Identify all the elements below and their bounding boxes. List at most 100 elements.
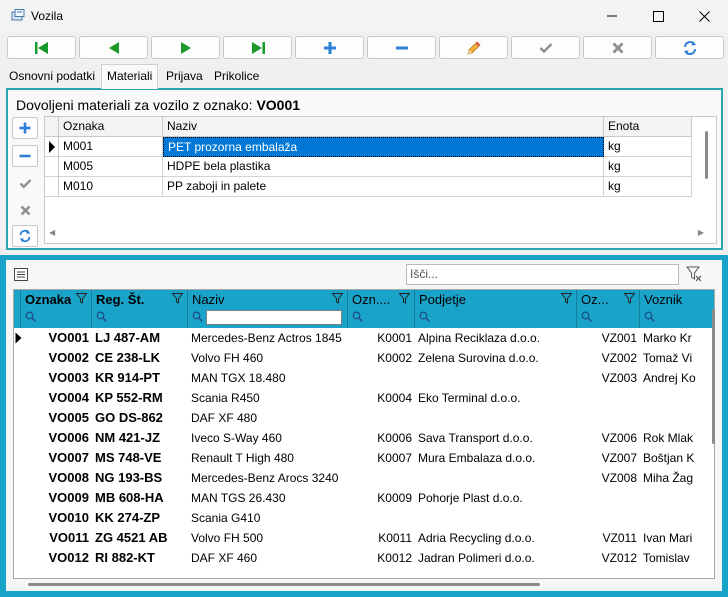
cell-voznik[interactable] <box>640 508 714 528</box>
table-row[interactable]: VO001 LJ 487-AM Mercedes-Benz Actros 1845 K… <box>14 328 714 348</box>
cell-voznik[interactable]: Rok Mlak <box>640 428 714 448</box>
table-row[interactable]: VO006 NM 421-JZ Iveco S-Way 460 K0006 Sava T… <box>14 428 714 448</box>
table-row[interactable]: M010 PP zaboji in palete kg <box>45 177 692 197</box>
cell-naziv[interactable]: DAF XF 460 <box>188 548 348 568</box>
column-search-icon[interactable] <box>644 311 655 325</box>
cell-oznaka[interactable]: VO005 <box>21 408 92 428</box>
cell-voznik[interactable] <box>640 408 714 428</box>
column-search-icon[interactable] <box>352 311 363 325</box>
cell-naziv[interactable]: MAN TGX 18.480 <box>188 368 348 388</box>
cell-naziv[interactable]: Renault T High 480 <box>188 448 348 468</box>
table-row[interactable]: VO011 ZG 4521 AB Volvo FH 500 K0011 Adria Re… <box>14 528 714 548</box>
material-oznaka[interactable]: M001 <box>59 137 163 157</box>
cancel-button[interactable] <box>583 36 652 59</box>
column-filter-input[interactable] <box>206 310 342 325</box>
column-search-icon[interactable] <box>581 311 592 325</box>
add-record-button[interactable] <box>295 36 364 59</box>
cell-ozn[interactable]: K0007 <box>348 448 415 468</box>
tab-prijava[interactable]: Prijava <box>161 66 208 88</box>
cell-oznaka[interactable]: VO002 <box>21 348 92 368</box>
cell-reg[interactable]: RI 882-KT <box>92 548 188 568</box>
table-row[interactable]: M001 PET prozorna embalaža kg <box>45 137 692 157</box>
cell-oznaka[interactable]: VO010 <box>21 508 92 528</box>
cell-oznaka[interactable]: VO008 <box>21 468 92 488</box>
cell-ozn[interactable]: K0009 <box>348 488 415 508</box>
cell-oznaka[interactable]: VO006 <box>21 428 92 448</box>
cell-oz[interactable] <box>577 488 640 508</box>
cell-podjetje[interactable] <box>415 508 577 528</box>
cell-ozn[interactable]: K0004 <box>348 388 415 408</box>
column-header-voznik[interactable]: Voznik <box>640 290 714 328</box>
cell-ozn[interactable]: K0006 <box>348 428 415 448</box>
cell-oznaka[interactable]: VO007 <box>21 448 92 468</box>
material-naziv[interactable]: HDPE bela plastika <box>163 157 604 177</box>
cell-reg[interactable]: KR 914-PT <box>92 368 188 388</box>
material-oznaka[interactable]: M010 <box>59 177 163 197</box>
table-row[interactable]: M005 HDPE bela plastika kg <box>45 157 692 177</box>
cell-voznik[interactable] <box>640 388 714 408</box>
table-row[interactable]: VO010 KK 274-ZP Scania G410 <box>14 508 714 528</box>
column-header-ozn[interactable]: Ozn.... <box>348 290 415 328</box>
add-material-button[interactable] <box>12 117 38 139</box>
column-search-icon[interactable] <box>96 311 107 325</box>
table-row[interactable]: VO007 MS 748-VE Renault T High 480 K0007 Mur… <box>14 448 714 468</box>
prev-record-button[interactable] <box>79 36 148 59</box>
cell-podjetje[interactable] <box>415 368 577 388</box>
edit-record-button[interactable] <box>439 36 508 59</box>
cell-voznik[interactable]: Ivan Mari <box>640 528 714 548</box>
material-oznaka[interactable]: M005 <box>59 157 163 177</box>
remove-material-button[interactable] <box>12 145 38 167</box>
vehicles-grid[interactable]: Oznaka Reg. Št. Naziv Ozn.... Podjetje Oz... V… <box>13 289 715 579</box>
column-filter-icon[interactable] <box>560 293 573 307</box>
column-chooser-icon[interactable] <box>14 268 28 281</box>
cell-ozn[interactable] <box>348 368 415 388</box>
column-search-icon[interactable] <box>419 311 430 325</box>
cell-naziv[interactable]: DAF XF 480 <box>188 408 348 428</box>
column-header-reg[interactable]: Reg. Št. <box>92 290 188 328</box>
last-record-button[interactable] <box>223 36 292 59</box>
cell-reg[interactable]: NG 193-BS <box>92 468 188 488</box>
column-header-oznaka[interactable]: Oznaka <box>21 290 92 328</box>
cancel-material-button[interactable] <box>12 199 38 221</box>
refresh-materials-button[interactable] <box>12 225 38 247</box>
column-header-oz[interactable]: Oz... <box>577 290 640 328</box>
materials-grid[interactable]: Oznaka Naziv Enota M001 PET prozorna emb… <box>44 116 717 244</box>
cell-reg[interactable]: NM 421-JZ <box>92 428 188 448</box>
search-input[interactable]: Išči... <box>406 264 679 285</box>
tab-materiali[interactable]: Materiali <box>101 64 159 89</box>
vehicles-horizontal-scrollbar[interactable] <box>28 583 540 586</box>
clear-filter-icon[interactable] <box>686 266 702 282</box>
cell-reg[interactable]: CE 238-LK <box>92 348 188 368</box>
cell-ozn[interactable]: K0001 <box>348 328 415 348</box>
cell-oz[interactable]: VZ008 <box>577 468 640 488</box>
table-row[interactable]: VO005 GO DS-862 DAF XF 480 <box>14 408 714 428</box>
column-filter-icon[interactable] <box>171 293 184 307</box>
cell-ozn[interactable] <box>348 468 415 488</box>
cell-oznaka[interactable]: VO001 <box>21 328 92 348</box>
close-button[interactable] <box>681 0 727 32</box>
cell-voznik[interactable]: Tomaž Vi <box>640 348 714 368</box>
material-enota[interactable]: kg <box>604 157 692 177</box>
cell-reg[interactable]: ZG 4521 AB <box>92 528 188 548</box>
table-row[interactable]: VO009 MB 608-HA MAN TGS 26.430 K0009 Pohorje… <box>14 488 714 508</box>
cell-podjetje[interactable]: Eko Terminal d.o.o. <box>415 388 577 408</box>
cell-naziv[interactable]: Volvo FH 460 <box>188 348 348 368</box>
next-record-button[interactable] <box>151 36 220 59</box>
cell-naziv[interactable]: Iveco S-Way 460 <box>188 428 348 448</box>
delete-record-button[interactable] <box>367 36 436 59</box>
cell-podjetje[interactable]: Pohorje Plast d.o.o. <box>415 488 577 508</box>
cell-ozn[interactable]: K0012 <box>348 548 415 568</box>
cell-voznik[interactable]: Tomislav <box>640 548 714 568</box>
cell-podjetje[interactable]: Sava Transport d.o.o. <box>415 428 577 448</box>
table-row[interactable]: VO012 RI 882-KT DAF XF 460 K0012 Jadran Poli… <box>14 548 714 568</box>
first-record-button[interactable] <box>7 36 76 59</box>
table-row[interactable]: VO003 KR 914-PT MAN TGX 18.480 VZ003 Andrej … <box>14 368 714 388</box>
cell-oz[interactable]: VZ002 <box>577 348 640 368</box>
cell-ozn[interactable]: K0011 <box>348 528 415 548</box>
column-filter-icon[interactable] <box>75 293 88 307</box>
material-enota[interactable]: kg <box>604 177 692 197</box>
cell-voznik[interactable]: Marko Kr <box>640 328 714 348</box>
cell-naziv[interactable]: Scania R450 <box>188 388 348 408</box>
cell-naziv[interactable]: Volvo FH 500 <box>188 528 348 548</box>
cell-podjetje[interactable] <box>415 408 577 428</box>
